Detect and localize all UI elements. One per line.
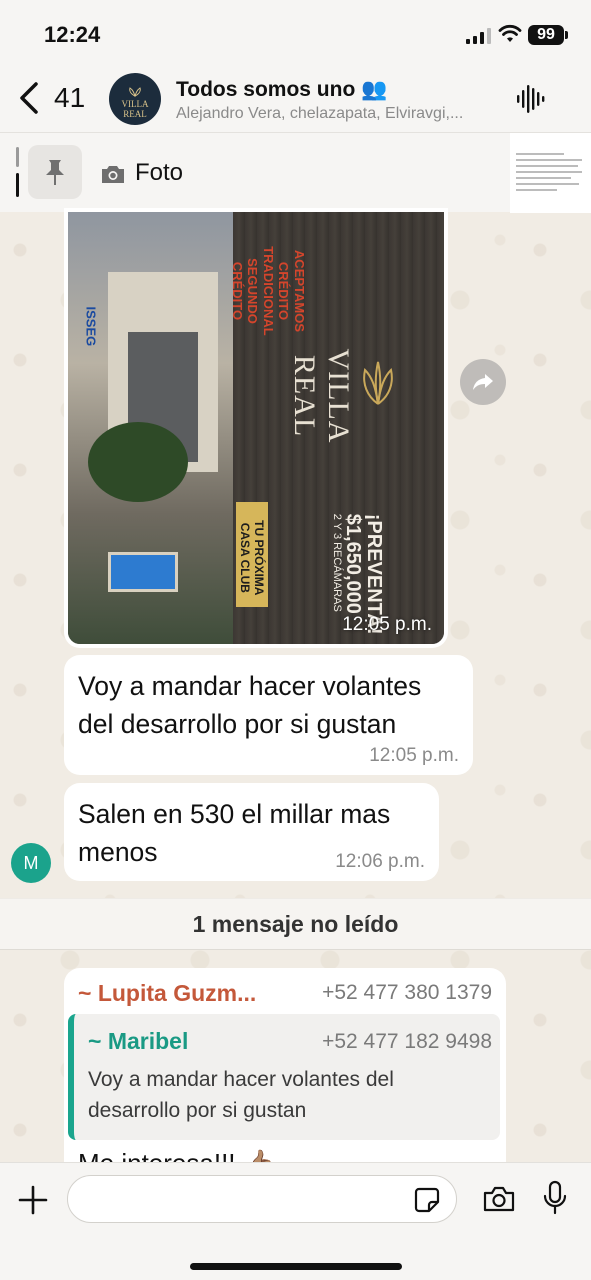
pin-button[interactable] — [28, 145, 82, 199]
compose-bar — [0, 1162, 591, 1280]
pool-render — [108, 552, 178, 592]
quoted-message[interactable]: ~ Maribel +52 477 182 9498 Voy a mandar … — [68, 1014, 500, 1140]
message-bubble[interactable]: Salen en 530 el millar mas menos 12:06 p… — [64, 783, 439, 881]
plus-icon[interactable] — [18, 1185, 48, 1215]
camera-icon — [102, 166, 124, 183]
flyer-isseg: ISSEG — [83, 306, 99, 347]
pin-icon — [46, 160, 64, 185]
sender-phone[interactable]: +52 477 380 1379 — [322, 981, 492, 1005]
quoted-sender-name: ~ Maribel — [88, 1028, 189, 1054]
battery-nub — [565, 31, 568, 39]
sender-avatar[interactable]: M — [11, 843, 51, 883]
flyer-tagline: TU PRÓXIMA CASA CLUB — [238, 520, 266, 596]
sticker-icon[interactable] — [413, 1186, 441, 1214]
status-bar: 12:24 99 — [0, 0, 591, 68]
message-time: 12:06 p.m. — [335, 851, 425, 872]
lotus-logo-icon — [363, 361, 393, 405]
sender-name[interactable]: ~ Lupita Guzm... — [78, 980, 256, 1007]
flyer-photo[interactable]: ISSEG ACEPTAMOS CRÉDITO TRADICIONAL SEGU… — [68, 212, 444, 644]
message-time: 12:05 p.m. — [342, 614, 432, 635]
group-avatar[interactable]: VILLA REAL — [109, 73, 161, 125]
group-title[interactable]: Todos somos uno 👥 — [176, 78, 387, 102]
chat-header: 41 VILLA REAL Todos somos uno 👥 Alejandr… — [0, 68, 591, 132]
status-time: 12:24 — [44, 22, 101, 47]
wifi-icon — [498, 24, 522, 42]
group-members[interactable]: Alejandro Vera, chelazapata, Elviravgi,.… — [176, 105, 506, 123]
flyer-rooms: 2 Y 3 RECÁMARAS — [330, 513, 343, 612]
lotus-logo-icon — [129, 87, 141, 98]
microphone-icon[interactable] — [541, 1180, 569, 1216]
forward-arrow-icon — [473, 374, 493, 390]
quoted-sender-phone: +52 477 182 9498 — [322, 1030, 492, 1053]
camera-icon[interactable] — [482, 1184, 516, 1214]
unread-divider: 1 mensaje no leído — [0, 898, 591, 950]
forward-button[interactable] — [460, 359, 506, 405]
quoted-text: Voy a mandar hacer volantes del desarrol… — [88, 1068, 394, 1122]
battery-indicator: 99 — [528, 25, 564, 45]
pinned-label: Foto — [135, 159, 184, 186]
message-time: 12:05 p.m. — [369, 745, 459, 766]
message-input[interactable] — [67, 1175, 457, 1223]
pin-indicator-inactive — [16, 147, 19, 167]
avatar-text: VILLA REAL — [121, 98, 149, 119]
reply-message-bubble[interactable]: ~ Lupita Guzm... +52 477 380 1379 ~ Mari… — [64, 968, 506, 1170]
pinned-thumbnail[interactable] — [510, 133, 591, 213]
home-indicator — [190, 1263, 402, 1270]
unread-chats-count[interactable]: 41 — [54, 82, 85, 114]
chevron-left-icon[interactable] — [16, 80, 42, 116]
flyer-brand: VILLA REAL — [288, 348, 355, 444]
pinned-message-bar[interactable]: Foto — [0, 132, 591, 213]
voice-chat-icon[interactable] — [516, 82, 546, 116]
unread-label: 1 mensaje no leído — [192, 911, 399, 937]
image-message-bubble[interactable]: ISSEG ACEPTAMOS CRÉDITO TRADICIONAL SEGU… — [64, 208, 448, 648]
pin-indicator-active — [16, 173, 19, 197]
signal-icon — [466, 28, 491, 44]
message-bubble[interactable]: Voy a mandar hacer volantes del desarrol… — [64, 655, 473, 775]
tree-render — [88, 422, 188, 502]
message-text: Voy a mandar hacer volantes del desarrol… — [78, 671, 422, 739]
photo-render-area: ISSEG — [68, 212, 233, 644]
